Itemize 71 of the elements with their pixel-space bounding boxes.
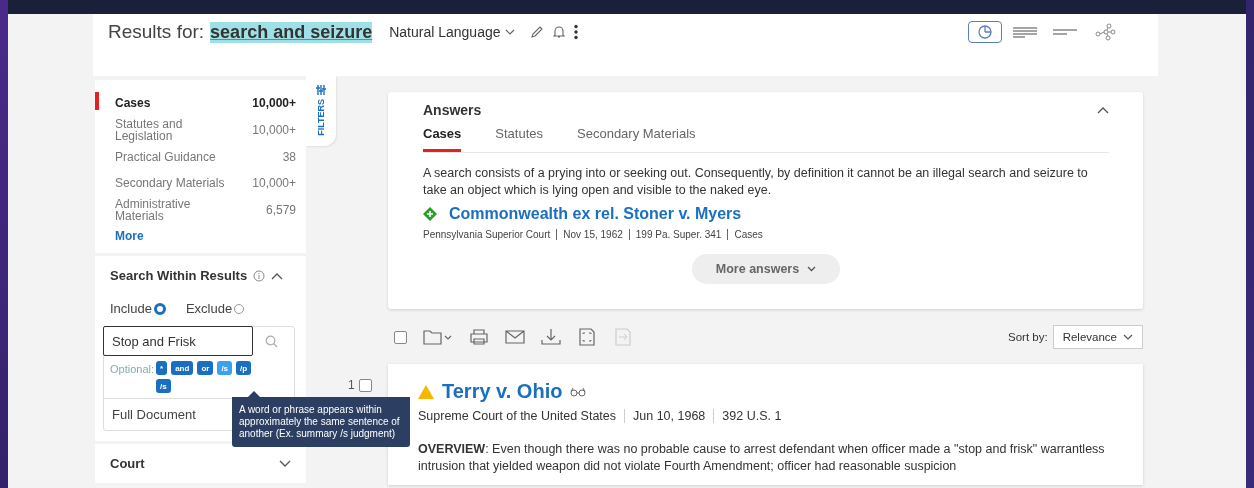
diamond-plus-icon (423, 207, 437, 221)
answer-tab[interactable]: Secondary Materials (577, 126, 696, 152)
answers-title: Answers (423, 102, 482, 118)
glasses-icon[interactable] (570, 386, 587, 397)
case-link[interactable]: Commonwealth ex rel. Stoner v. Myers (449, 205, 742, 223)
search-icon[interactable] (265, 335, 278, 348)
printer-icon[interactable] (469, 328, 489, 346)
search-within-field[interactable]: Stop and Frisk (103, 326, 253, 356)
warning-triangle-icon (418, 384, 434, 399)
search-type-dropdown[interactable]: Natural Language (389, 24, 515, 40)
case-meta: 199 Pa. Super. 341 (628, 229, 722, 240)
result-meta: 392 U.S. 1 (713, 409, 782, 423)
download-icon[interactable] (541, 328, 561, 346)
select-all-checkbox[interactable] (394, 330, 407, 344)
caret-icon (1123, 334, 1133, 340)
case-meta: Nov 15, 1962 (556, 229, 623, 240)
connector-chip[interactable]: /s (156, 379, 171, 393)
category-item[interactable]: Practical Guidance 38 (95, 144, 296, 170)
search-query: search and seizure (210, 21, 373, 43)
connector-chip[interactable]: or (197, 361, 214, 375)
category-item[interactable]: Secondary Materials 10,000+ (95, 170, 296, 196)
radio-icon[interactable] (153, 302, 166, 315)
lines-icon (1012, 26, 1038, 38)
connector-chip[interactable]: /s (217, 361, 233, 375)
more-link[interactable]: More (115, 229, 296, 243)
section-title: Court (110, 456, 145, 471)
mode-radio[interactable]: Include (110, 301, 166, 316)
expand-icon[interactable] (279, 459, 291, 468)
mail-icon[interactable] (505, 328, 525, 346)
info-icon[interactable] (253, 269, 266, 282)
folder-icon[interactable] (423, 328, 453, 346)
filters-tab[interactable]: FILTERS (306, 76, 336, 146)
result-meta: Supreme Court of the United States (418, 409, 617, 423)
connector-chip[interactable]: * (156, 361, 168, 375)
pie-chart-view-button[interactable] (968, 21, 1002, 43)
collapse-icon[interactable] (1097, 106, 1109, 114)
tooltip: A word or phrase appears within approximately the same sentence of another (Ex. summary /s judgment) (232, 391, 410, 447)
pie-chart-icon (976, 24, 994, 40)
section-title: Search Within Results (110, 268, 248, 283)
edit-icon[interactable] (529, 25, 544, 39)
sliders-icon (316, 85, 326, 96)
overview-text: OVERVIEW: Even though there was no probable cause to arrest defendant when officer made a "stop and frisk" warrantless intrusion that yielded weapon did not violate Fourth Amendment; officer had reasonable suspicion (418, 441, 1106, 475)
case-meta: Cases (727, 229, 763, 240)
lines-icon (1052, 28, 1078, 36)
mode-radio[interactable]: Exclude (185, 301, 245, 316)
sort-dropdown[interactable]: Relevance (1052, 325, 1143, 349)
more-icon[interactable] (573, 24, 578, 40)
network-icon (1094, 23, 1116, 41)
case-meta: Pennsylvania Superior Court (423, 229, 551, 240)
category-item[interactable]: Statutes and Legislation 10,000+ (95, 116, 296, 144)
court-filter[interactable]: Court (95, 444, 306, 483)
answer-text: A search consists of a prying into or seeking out. Consequently, by definition it cannot be an illegal search and seizure to take an object which is lying open and visible to the naked eye. (423, 165, 1089, 199)
result-meta: Jun 10, 1968 (624, 409, 706, 423)
caret-icon (807, 266, 817, 272)
category-item[interactable]: Cases 10,000+ (95, 90, 296, 116)
answer-tab[interactable]: Cases (423, 126, 462, 152)
sort-label: Sort by: (1008, 331, 1048, 343)
results-label: Results for: (108, 21, 205, 43)
connector-chip[interactable]: and (171, 361, 194, 375)
connector-chip[interactable]: /p (236, 361, 252, 375)
caret-icon (504, 29, 515, 35)
answer-tab[interactable]: Statutes (495, 126, 543, 152)
more-answers-button[interactable]: More answers (691, 254, 841, 284)
expand-document-icon[interactable] (577, 328, 597, 346)
bell-icon[interactable] (552, 25, 565, 39)
result-checkbox[interactable] (358, 378, 372, 392)
result-number: 1 (348, 378, 355, 392)
collapse-icon[interactable] (271, 271, 284, 280)
optional-label: Optional: (110, 362, 155, 377)
result-title-link[interactable]: Terry v. Ohio (442, 380, 563, 403)
category-item[interactable]: Administrative Materials 6,579 (95, 196, 296, 224)
